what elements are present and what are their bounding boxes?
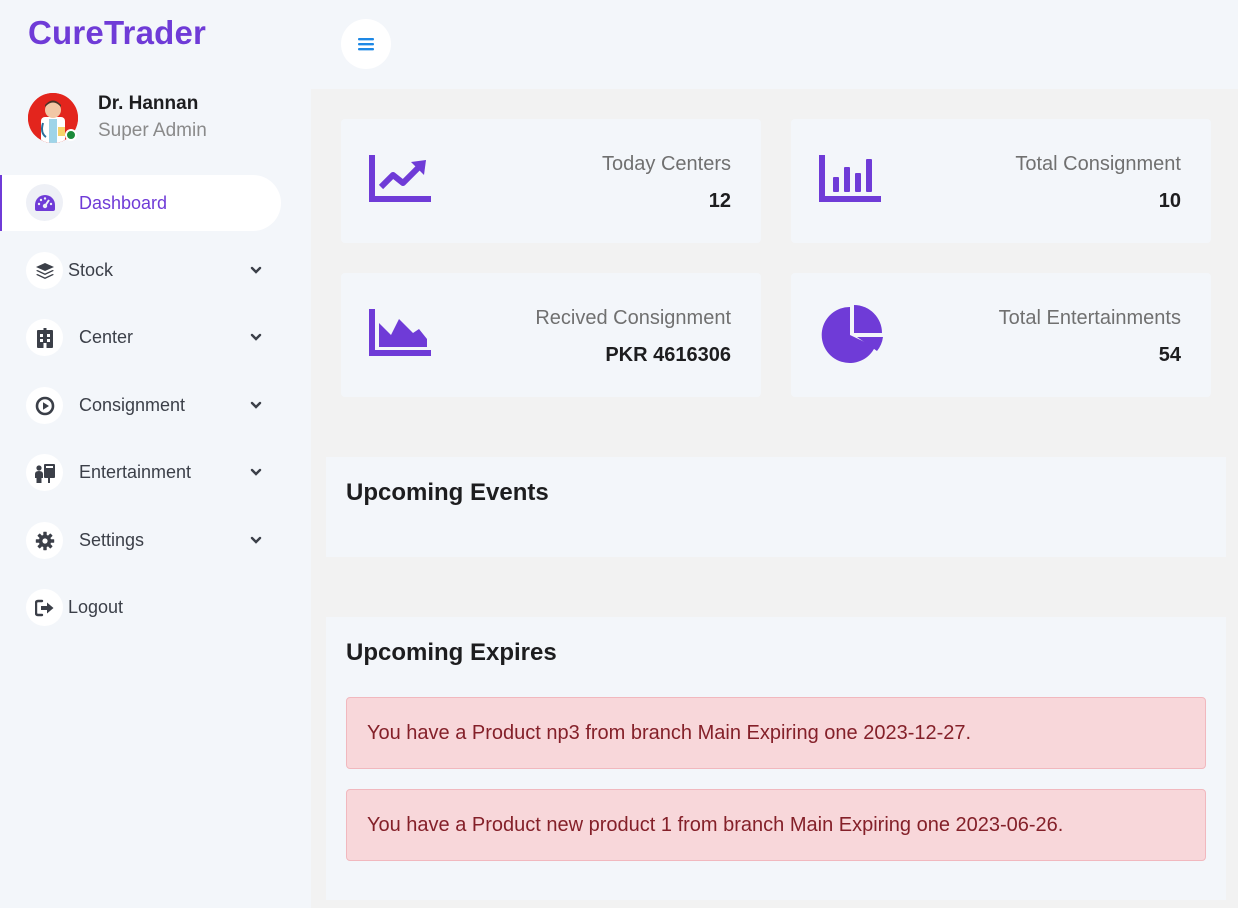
upcoming-events-title: Upcoming Events <box>346 479 549 506</box>
expiry-alert: You have a Product np3 from branch Main … <box>346 697 1206 769</box>
sidebar-item-label: Stock <box>68 259 114 280</box>
online-status-dot <box>65 129 77 141</box>
chart-bar-icon <box>819 155 881 202</box>
chevron-down-icon[interactable] <box>250 466 262 478</box>
sidebar-item-label: Settings <box>79 529 145 550</box>
chart-pie-icon <box>821 305 883 363</box>
expiry-alert-text: You have a Product np3 from branch Main … <box>367 721 972 744</box>
profile-name: Dr. Hannan <box>98 93 199 114</box>
stat-card-total-consignment[interactable]: Total Consignment 10 <box>791 119 1211 243</box>
sidebar: CureTrader Dr. Hannan Super Admin Dashbo… <box>0 0 311 908</box>
sidebar-item-label: Consignment <box>79 394 186 415</box>
sidebar-item-center[interactable]: Center <box>0 309 281 365</box>
sidebar-item-label: Dashboard <box>79 192 168 213</box>
stat-label: Recived Consignment <box>535 307 731 329</box>
people-icon <box>26 454 63 491</box>
sidebar-item-label: Entertainment <box>79 461 192 482</box>
stat-card-total-entertainments[interactable]: Total Entertainments 54 <box>791 273 1211 397</box>
stat-label: Total Consignment <box>1015 153 1181 175</box>
gear-icon <box>26 522 63 559</box>
stat-value: PKR 4616306 <box>605 344 731 366</box>
upcoming-events-panel: Upcoming Events <box>326 457 1226 557</box>
stat-label: Today Centers <box>602 153 731 175</box>
play-circle-icon <box>26 387 63 424</box>
stat-label: Total Entertainments <box>998 307 1181 329</box>
sidebar-item-label: Center <box>79 326 134 347</box>
stat-card-today-centers[interactable]: Today Centers 12 <box>341 119 761 243</box>
expiry-alert-text: You have a Product new product 1 from br… <box>367 813 1064 836</box>
upcoming-expires-title: Upcoming Expires <box>346 639 557 666</box>
stat-value: 10 <box>1158 190 1181 212</box>
chevron-down-icon[interactable] <box>250 331 262 343</box>
building-icon <box>26 319 63 356</box>
chart-line-icon <box>369 155 431 202</box>
brand-logo[interactable]: CureTrader <box>28 14 206 52</box>
layers-icon <box>26 252 63 289</box>
profile-role: Super Admin <box>98 120 207 141</box>
sidebar-item-label: Logout <box>68 596 124 617</box>
sidebar-item-settings[interactable]: Settings <box>0 512 281 568</box>
expiry-alert: You have a Product new product 1 from br… <box>346 789 1206 861</box>
hamburger-icon <box>358 38 374 51</box>
chevron-down-icon[interactable] <box>250 534 262 546</box>
chevron-down-icon[interactable] <box>250 399 262 411</box>
sidebar-item-stock[interactable]: Stock <box>0 242 281 298</box>
gauge-icon <box>26 184 63 221</box>
topbar <box>311 0 1238 89</box>
chevron-down-icon[interactable] <box>250 264 262 276</box>
menu-toggle-button[interactable] <box>341 19 391 69</box>
stat-value: 54 <box>1158 344 1181 366</box>
sidebar-item-logout[interactable]: Logout <box>0 579 281 635</box>
stat-card-recived-consignment[interactable]: Recived Consignment PKR 4616306 <box>341 273 761 397</box>
sidebar-item-dashboard[interactable]: Dashboard <box>0 175 281 231</box>
stat-value: 12 <box>708 190 731 212</box>
sidebar-item-entertainment[interactable]: Entertainment <box>0 444 281 500</box>
upcoming-expires-panel: Upcoming Expires You have a Product np3 … <box>326 617 1226 900</box>
sidebar-item-consignment[interactable]: Consignment <box>0 377 281 433</box>
chart-area-icon <box>369 309 431 356</box>
logout-icon <box>26 589 63 626</box>
